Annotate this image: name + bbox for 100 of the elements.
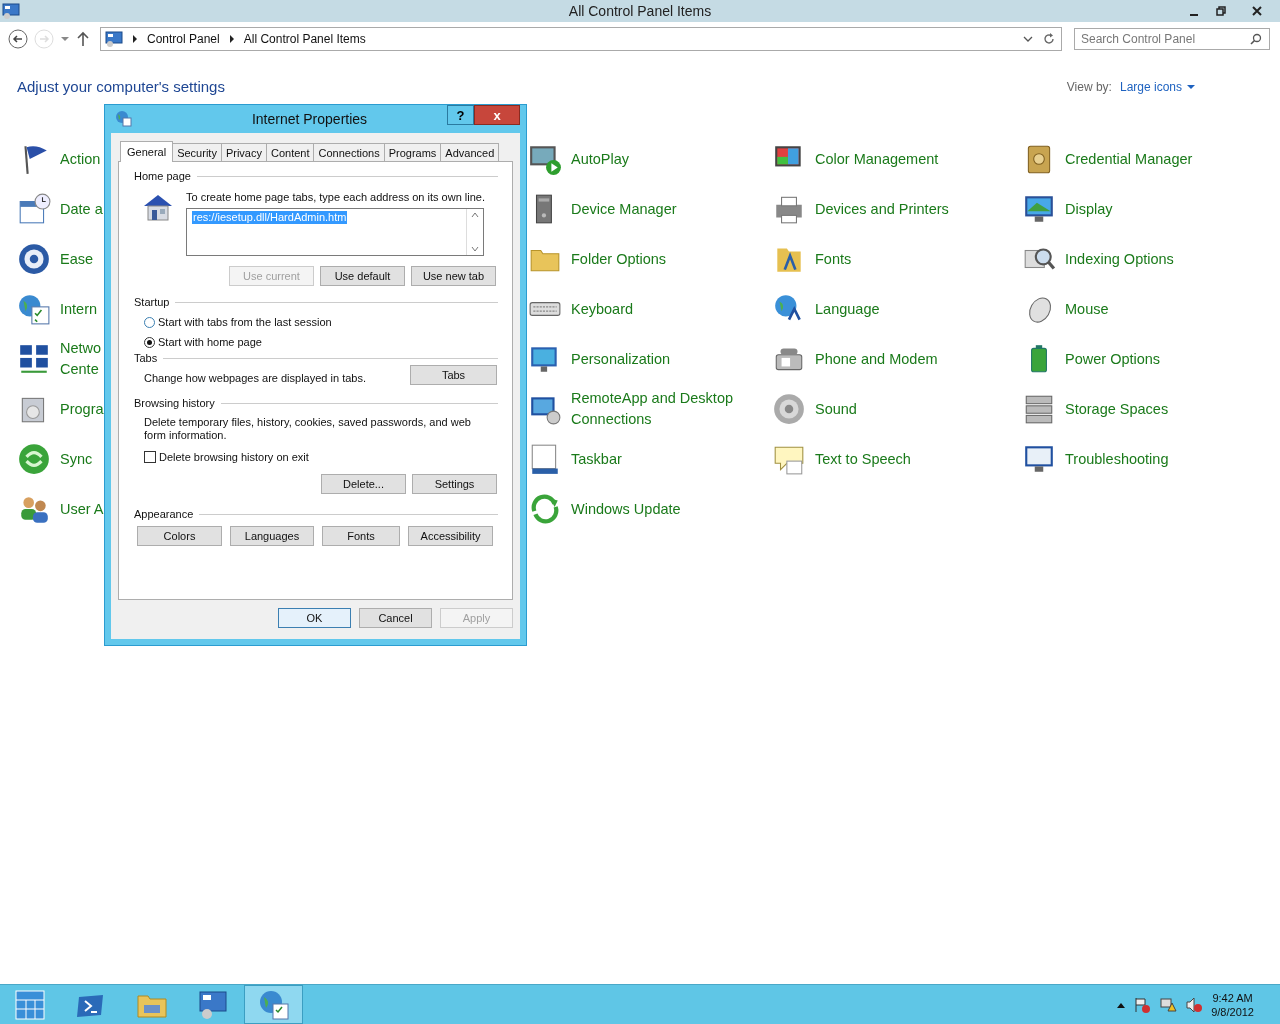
control-panel-item[interactable]: Taskbar <box>528 434 622 484</box>
control-panel-item[interactable]: Fonts <box>772 234 852 284</box>
refresh-icon[interactable] <box>1043 33 1055 45</box>
control-panel-item[interactable]: Keyboard <box>528 284 634 334</box>
home-page-description: To create home page tabs, type each address on its own line. <box>186 191 485 203</box>
control-panel-item[interactable]: Intern <box>17 284 98 334</box>
section-heading: Appearance <box>134 508 194 520</box>
clock-time: 9:42 AM <box>1211 990 1254 1005</box>
radio-option[interactable]: Start with tabs from the last session <box>144 312 498 332</box>
section-heading: Startup <box>134 296 170 308</box>
control-panel-item[interactable]: Indexing Options <box>1022 234 1174 284</box>
dialog-button[interactable]: Cancel <box>359 608 432 628</box>
help-button[interactable]: ? <box>447 105 474 125</box>
control-panel-item[interactable]: Windows Update <box>528 484 681 534</box>
radio-label: Start with home page <box>158 336 262 348</box>
radio-button[interactable] <box>144 336 155 348</box>
close-button[interactable]: x <box>474 105 520 125</box>
clock[interactable]: 9:42 AM 9/8/2012 <box>1211 990 1254 1019</box>
calendar-icon <box>17 192 51 226</box>
address-bar[interactable]: Control Panel All Control Panel Items <box>100 27 1062 51</box>
section-heading: Browsing history <box>134 397 215 409</box>
scroll-down-icon[interactable] <box>471 246 479 252</box>
tab[interactable]: Security <box>172 143 222 161</box>
caret-icon[interactable] <box>1117 1001 1126 1008</box>
breadcrumb[interactable]: Control Panel <box>147 32 220 46</box>
control-panel-item[interactable]: Mouse <box>1022 284 1109 334</box>
control-panel-item[interactable]: Device Manager <box>528 184 677 234</box>
up-arrow-icon[interactable] <box>76 31 90 47</box>
control-panel-item[interactable]: Netwo Cente <box>17 334 102 384</box>
home-page-field[interactable]: res://iesetup.dll/HardAdmin.htm <box>186 208 484 256</box>
radio-option[interactable]: Start with home page <box>144 332 498 352</box>
control-panel-item[interactable]: Action <box>17 134 101 184</box>
breadcrumb[interactable]: All Control Panel Items <box>243 32 366 46</box>
control-panel-item[interactable]: Display <box>1022 184 1113 234</box>
checkbox-label: Delete browsing history on exit <box>159 451 309 463</box>
radio-label: Start with tabs from the last session <box>158 316 332 328</box>
checkbox-option[interactable]: Delete browsing history on exit <box>144 447 498 467</box>
minimize-icon <box>1189 14 1198 16</box>
tab[interactable]: Privacy <box>220 143 267 161</box>
clock-date: 9/8/2012 <box>1211 1004 1254 1019</box>
control-panel-item[interactable]: Date a <box>17 184 103 234</box>
dropdown-icon[interactable] <box>60 35 70 43</box>
flag-icon[interactable] <box>1133 996 1152 1013</box>
control-panel-item[interactable]: Sound <box>772 384 857 434</box>
view-by-dropdown[interactable]: Large icons <box>1119 79 1195 94</box>
control-panel-item[interactable]: Ease <box>17 234 94 284</box>
scroll-up-icon[interactable] <box>471 212 479 218</box>
control-panel-item[interactable]: RemoteApp and Desktop Connections <box>528 384 772 434</box>
tab[interactable]: General <box>120 141 174 162</box>
dropdown-icon[interactable] <box>1023 35 1033 43</box>
page-heading: Adjust your computer's settings <box>17 78 225 95</box>
dialog-button[interactable]: OK <box>278 608 351 628</box>
control-panel-item[interactable]: Folder Options <box>528 234 667 284</box>
dialog-button[interactable]: Languages <box>230 526 314 546</box>
control-panel-item[interactable]: User A <box>17 484 104 534</box>
start-tiles-icon <box>13 988 46 1021</box>
home-page-url: res://iesetup.dll/HardAdmin.htm <box>192 211 348 224</box>
globe-icon <box>17 292 51 326</box>
dialog-button[interactable]: Delete... <box>321 474 406 494</box>
control-panel-item[interactable]: Troubleshooting <box>1022 434 1169 484</box>
dialog-button[interactable]: Use new tab <box>411 266 496 286</box>
control-panel-item[interactable]: AutoPlay <box>528 134 630 184</box>
control-panel-icon <box>196 988 229 1021</box>
window-title: All Control Panel Items <box>568 3 712 19</box>
control-panel-icon <box>105 31 123 47</box>
radio-button[interactable] <box>144 316 155 328</box>
control-panel-item[interactable]: Sync <box>17 434 93 484</box>
dialog-button[interactable]: Settings <box>412 474 497 494</box>
checkbox[interactable] <box>144 451 156 463</box>
circle-icon <box>17 242 51 276</box>
tabs-description: Change how webpages are displayed in tabs. <box>144 371 366 384</box>
sync-icon <box>17 442 51 476</box>
dialog-button[interactable]: Tabs <box>410 365 497 385</box>
control-panel-item[interactable]: Storage Spaces <box>1022 384 1169 434</box>
search-icon <box>1250 33 1262 45</box>
dialog-button[interactable]: Fonts <box>322 526 400 546</box>
search-field[interactable]: Search Control Panel <box>1074 28 1270 50</box>
back-icon[interactable] <box>8 29 28 49</box>
dialog-button[interactable]: Colors <box>137 526 222 546</box>
control-panel-item[interactable]: Devices and Printers <box>772 184 949 234</box>
control-panel-item[interactable]: Color Management <box>772 134 939 184</box>
speaker-icon[interactable] <box>1185 996 1204 1013</box>
control-panel-item[interactable]: Progra <box>17 384 104 434</box>
tab[interactable]: Programs <box>383 143 442 161</box>
dialog-button[interactable]: Use default <box>320 266 405 286</box>
control-panel-item[interactable]: Text to Speech <box>772 434 911 484</box>
control-panel-item[interactable]: Phone and Modem <box>772 334 938 384</box>
globe-icon <box>257 988 290 1021</box>
restore-icon <box>1215 6 1226 16</box>
control-panel-item[interactable]: Power Options <box>1022 334 1161 384</box>
section-heading: Tabs <box>134 352 158 364</box>
control-panel-icon <box>2 3 20 19</box>
control-panel-item[interactable]: Personalization <box>528 334 671 384</box>
dialog-title: Internet Properties <box>250 111 369 127</box>
control-panel-item[interactable]: Language <box>772 284 880 334</box>
taskbar-button[interactable] <box>244 985 303 1024</box>
dialog-button[interactable]: Accessibility <box>408 526 493 546</box>
control-panel-item[interactable]: Credential Manager <box>1022 134 1193 184</box>
speaker-icon <box>772 392 806 426</box>
tab[interactable]: Advanced <box>440 143 500 161</box>
